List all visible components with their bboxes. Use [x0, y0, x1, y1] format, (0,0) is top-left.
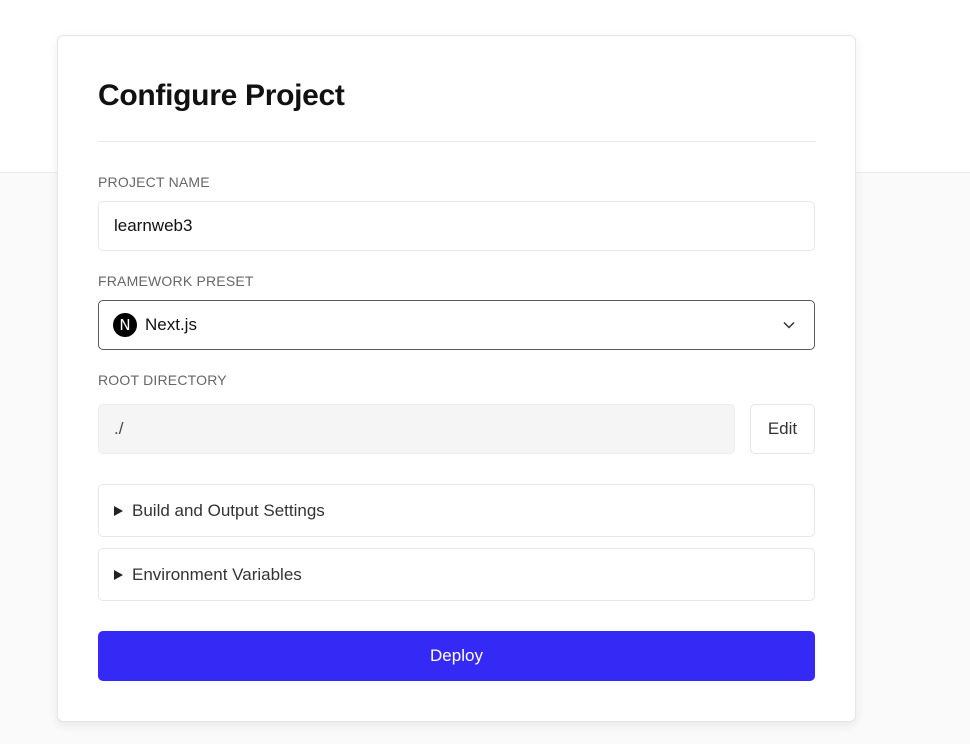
- deploy-button[interactable]: Deploy: [98, 631, 815, 681]
- project-name-input[interactable]: learnweb3: [98, 201, 815, 251]
- framework-preset-select[interactable]: N Next.js: [98, 300, 815, 350]
- triangle-right-icon: [114, 505, 123, 516]
- project-name-label: PROJECT NAME: [98, 174, 210, 190]
- page-title: Configure Project: [98, 79, 345, 112]
- configure-project-card: Configure Project PROJECT NAME learnweb3…: [57, 35, 856, 722]
- environment-variables-label: Environment Variables: [132, 564, 302, 584]
- edit-root-directory-button[interactable]: Edit: [750, 404, 815, 454]
- framework-preset-label: FRAMEWORK PRESET: [98, 273, 254, 289]
- title-divider: [98, 141, 816, 142]
- build-output-settings-toggle[interactable]: Build and Output Settings: [98, 484, 815, 537]
- framework-preset-value: Next.js: [145, 315, 197, 334]
- triangle-right-icon: [114, 569, 123, 580]
- nextjs-logo-icon: N: [113, 313, 137, 337]
- build-output-settings-label: Build and Output Settings: [132, 500, 325, 520]
- root-directory-field: ./: [98, 404, 735, 454]
- chevron-down-icon: [783, 321, 795, 329]
- root-directory-label: ROOT DIRECTORY: [98, 372, 227, 388]
- environment-variables-toggle[interactable]: Environment Variables: [98, 548, 815, 601]
